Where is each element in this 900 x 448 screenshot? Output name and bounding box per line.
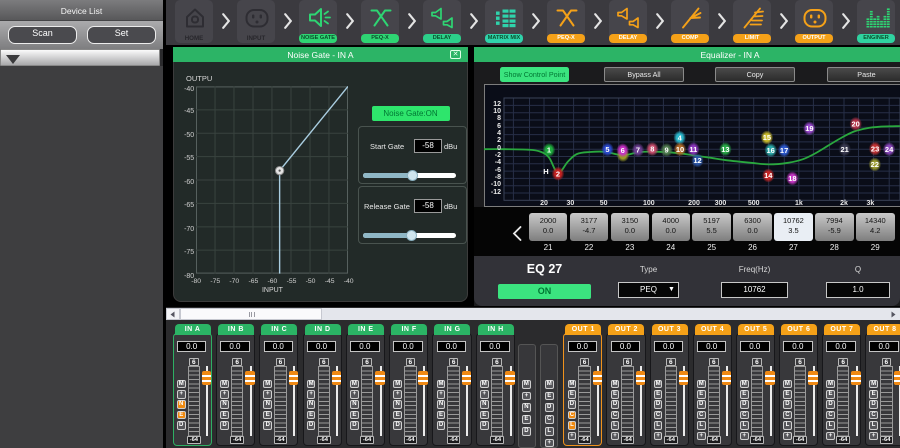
svg-text:20: 20: [852, 119, 860, 128]
svg-text:12: 12: [693, 156, 701, 165]
svg-text:21: 21: [841, 144, 849, 153]
svg-text:6: 6: [621, 145, 625, 154]
svg-text:7: 7: [636, 145, 640, 154]
svg-text:11: 11: [689, 144, 697, 153]
svg-text:8: 8: [650, 144, 654, 153]
svg-text:2: 2: [556, 169, 560, 178]
svg-text:13: 13: [721, 144, 729, 153]
svg-text:17: 17: [780, 145, 788, 154]
svg-text:10: 10: [676, 144, 684, 153]
svg-text:1: 1: [547, 145, 551, 154]
svg-text:9: 9: [665, 145, 669, 154]
svg-text:H: H: [543, 167, 548, 176]
svg-text:24: 24: [885, 144, 894, 153]
svg-text:5: 5: [605, 145, 609, 154]
svg-text:22: 22: [871, 160, 879, 169]
svg-text:19: 19: [805, 124, 813, 133]
svg-text:15: 15: [763, 133, 771, 142]
svg-text:18: 18: [788, 174, 796, 183]
svg-text:16: 16: [767, 145, 775, 154]
svg-text:14: 14: [764, 171, 773, 180]
svg-text:23: 23: [871, 144, 879, 153]
